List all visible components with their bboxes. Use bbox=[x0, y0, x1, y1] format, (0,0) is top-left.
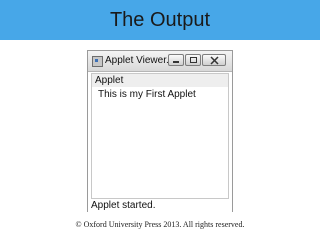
applet-viewer-icon[interactable] bbox=[92, 56, 103, 67]
slide-title: The Output bbox=[109, 9, 211, 31]
status-bar: Applet started. bbox=[88, 199, 232, 212]
applet-viewer-window: Applet Viewer... Applet This is my First… bbox=[87, 50, 233, 212]
window-titlebar[interactable]: Applet Viewer... bbox=[88, 51, 232, 72]
minimize-button[interactable] bbox=[168, 54, 184, 66]
applet-output-text: This is my First Applet bbox=[98, 89, 196, 100]
close-button[interactable] bbox=[202, 54, 226, 66]
applet-menubar: Applet bbox=[92, 74, 228, 87]
status-text: Applet started. bbox=[91, 200, 156, 211]
copyright-footer: © Oxford University Press 2013. All righ… bbox=[75, 220, 245, 229]
applet-menu[interactable]: Applet bbox=[95, 75, 123, 86]
window-title: Applet Viewer... bbox=[105, 55, 175, 66]
maximize-button[interactable] bbox=[185, 54, 201, 66]
applet-area: Applet This is my First Applet bbox=[91, 73, 229, 199]
close-icon bbox=[210, 56, 219, 65]
